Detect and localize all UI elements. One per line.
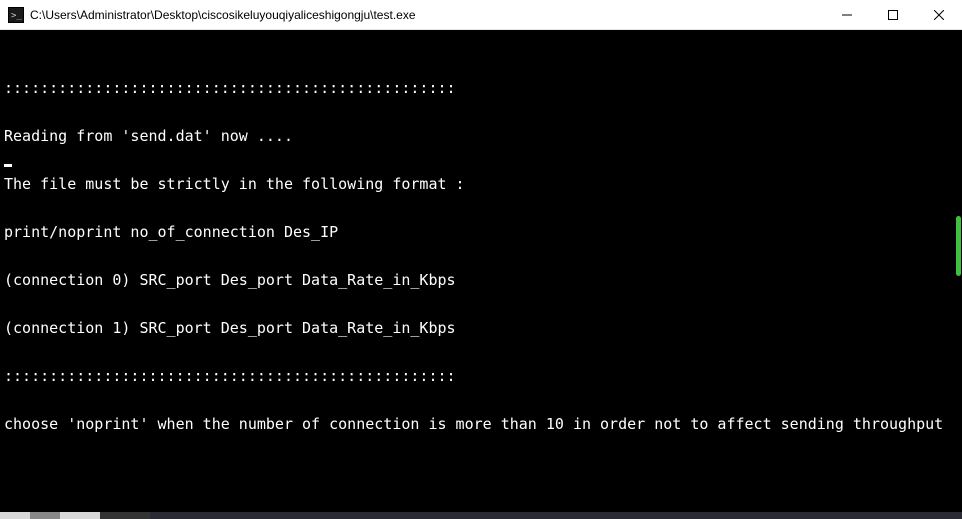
- minimize-icon: [842, 10, 852, 20]
- text-cursor: [4, 164, 12, 167]
- console-line: Reading from 'send.dat' now ....: [4, 128, 958, 144]
- console-line: (connection 0) SRC_port Des_port Data_Ra…: [4, 272, 958, 288]
- taskbar-fragment: [0, 512, 962, 519]
- app-icon: >_: [8, 7, 24, 23]
- maximize-icon: [888, 10, 898, 20]
- console-line: print/noprint no_of_connection Des_IP: [4, 224, 958, 240]
- console-output[interactable]: ::::::::::::::::::::::::::::::::::::::::…: [0, 30, 962, 512]
- console-line: (connection 1) SRC_port Des_port Data_Ra…: [4, 320, 958, 336]
- close-button[interactable]: [916, 0, 962, 29]
- close-icon: [934, 10, 944, 20]
- titlebar[interactable]: >_ C:\Users\Administrator\Desktop\ciscos…: [0, 0, 962, 30]
- console-line: ::::::::::::::::::::::::::::::::::::::::…: [4, 80, 958, 96]
- maximize-button[interactable]: [870, 0, 916, 29]
- svg-text:>_: >_: [11, 11, 22, 21]
- console-window: >_ C:\Users\Administrator\Desktop\ciscos…: [0, 0, 962, 512]
- window-controls: [824, 0, 962, 29]
- console-line: choose 'noprint' when the number of conn…: [4, 416, 958, 432]
- console-line: The file must be strictly in the followi…: [4, 176, 958, 192]
- minimize-button[interactable]: [824, 0, 870, 29]
- window-title: C:\Users\Administrator\Desktop\ciscosike…: [30, 8, 824, 22]
- console-line: ::::::::::::::::::::::::::::::::::::::::…: [4, 368, 958, 384]
